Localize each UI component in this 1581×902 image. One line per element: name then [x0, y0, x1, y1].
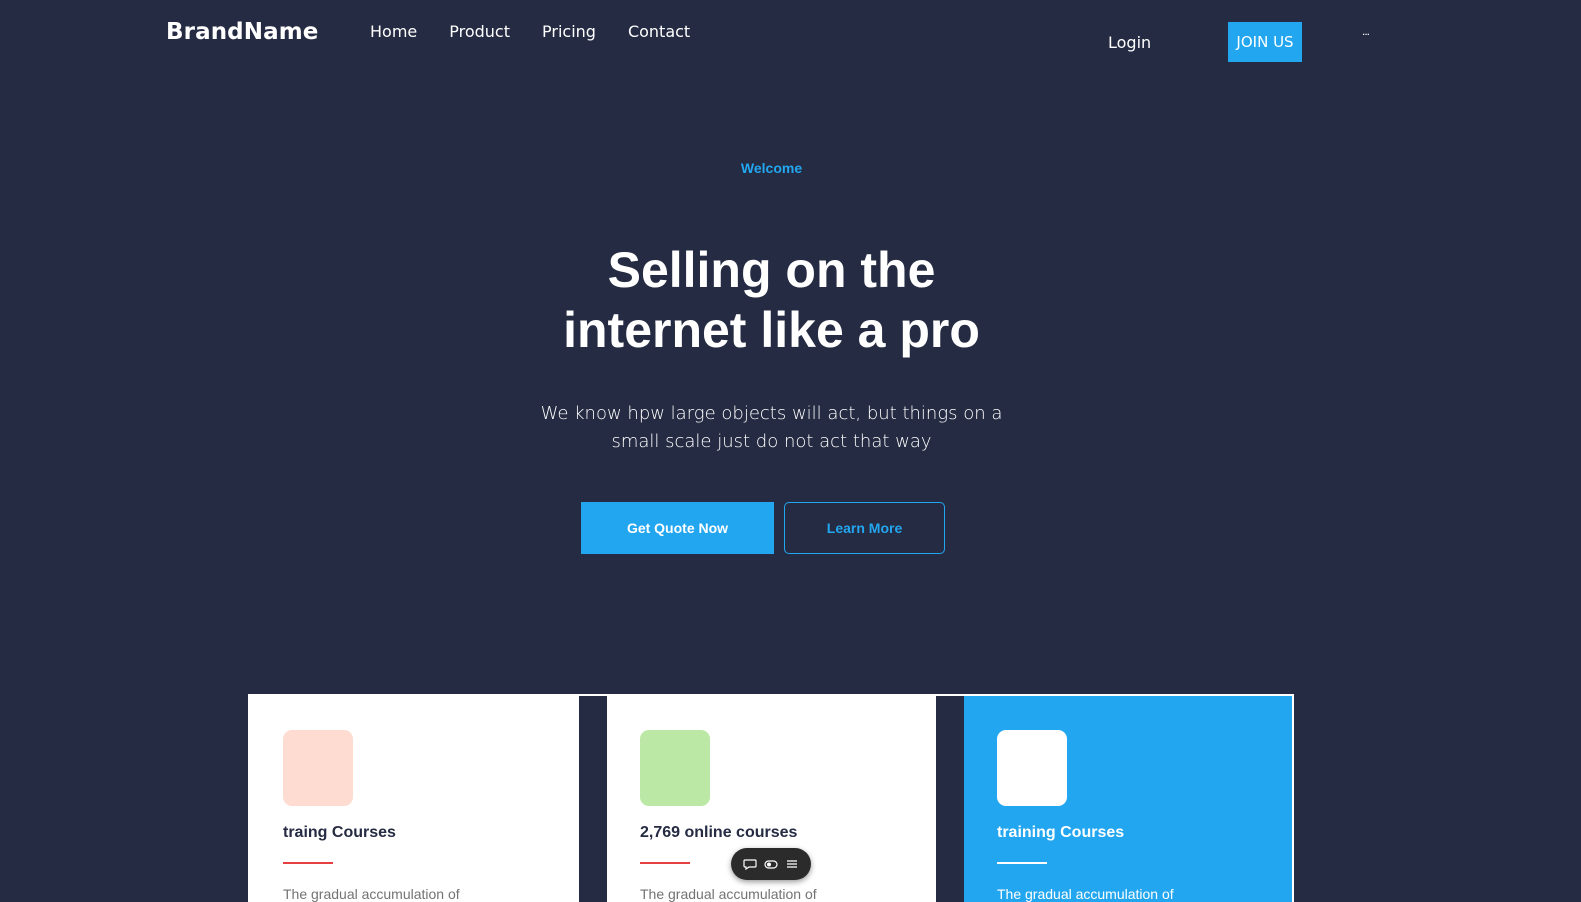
course-card-text: The gradual accumulation of	[997, 886, 1174, 902]
course-card-text: The gradual accumulation of	[640, 886, 817, 902]
course-card-title: training Courses	[997, 824, 1125, 841]
brand-logo[interactable]: BrandName	[166, 19, 318, 45]
main-nav: Home Product Pricing Contact	[370, 22, 722, 41]
get-quote-button[interactable]: Get Quote Now	[581, 502, 774, 554]
course-card-title: 2,769 online courses	[640, 824, 798, 841]
course-card-icon	[997, 730, 1067, 806]
hero-title: Selling on the internet like a pro	[0, 240, 1543, 360]
toggle-icon[interactable]	[764, 857, 778, 871]
login-link[interactable]: Login	[1108, 33, 1151, 52]
floating-toolbar	[731, 848, 811, 880]
hero-description-line-2: small scale just do not act that way	[611, 431, 932, 452]
hero-description: We know hpw large objects will act, but …	[0, 400, 1543, 456]
course-card-title: traing Courses	[283, 824, 396, 841]
more-menu-icon[interactable]: ...	[1362, 24, 1370, 38]
join-us-button[interactable]: JOIN US	[1228, 22, 1302, 62]
nav-pricing[interactable]: Pricing	[542, 22, 596, 41]
course-card[interactable]: traing Courses The gradual accumulation …	[248, 696, 579, 902]
course-card-icon	[640, 730, 710, 806]
nav-contact[interactable]: Contact	[628, 22, 690, 41]
hero-title-line-1: Selling on the	[607, 242, 936, 298]
nav-product[interactable]: Product	[449, 22, 510, 41]
welcome-label: Welcome	[740, 160, 803, 176]
course-card[interactable]: training Courses The gradual accumulatio…	[964, 696, 1294, 902]
course-card-icon	[283, 730, 353, 806]
hero-title-line-2: internet like a pro	[563, 302, 980, 358]
comment-icon[interactable]	[743, 857, 757, 871]
hero-description-line-1: We know hpw large objects will act, but …	[540, 403, 1003, 424]
menu-icon[interactable]	[785, 857, 799, 871]
course-card-divider	[283, 862, 333, 864]
nav-home[interactable]: Home	[370, 22, 417, 41]
course-card-divider	[997, 862, 1047, 864]
learn-more-button[interactable]: Learn More	[784, 502, 945, 554]
course-card-text: The gradual accumulation of	[283, 886, 460, 902]
course-card-divider	[640, 862, 690, 864]
